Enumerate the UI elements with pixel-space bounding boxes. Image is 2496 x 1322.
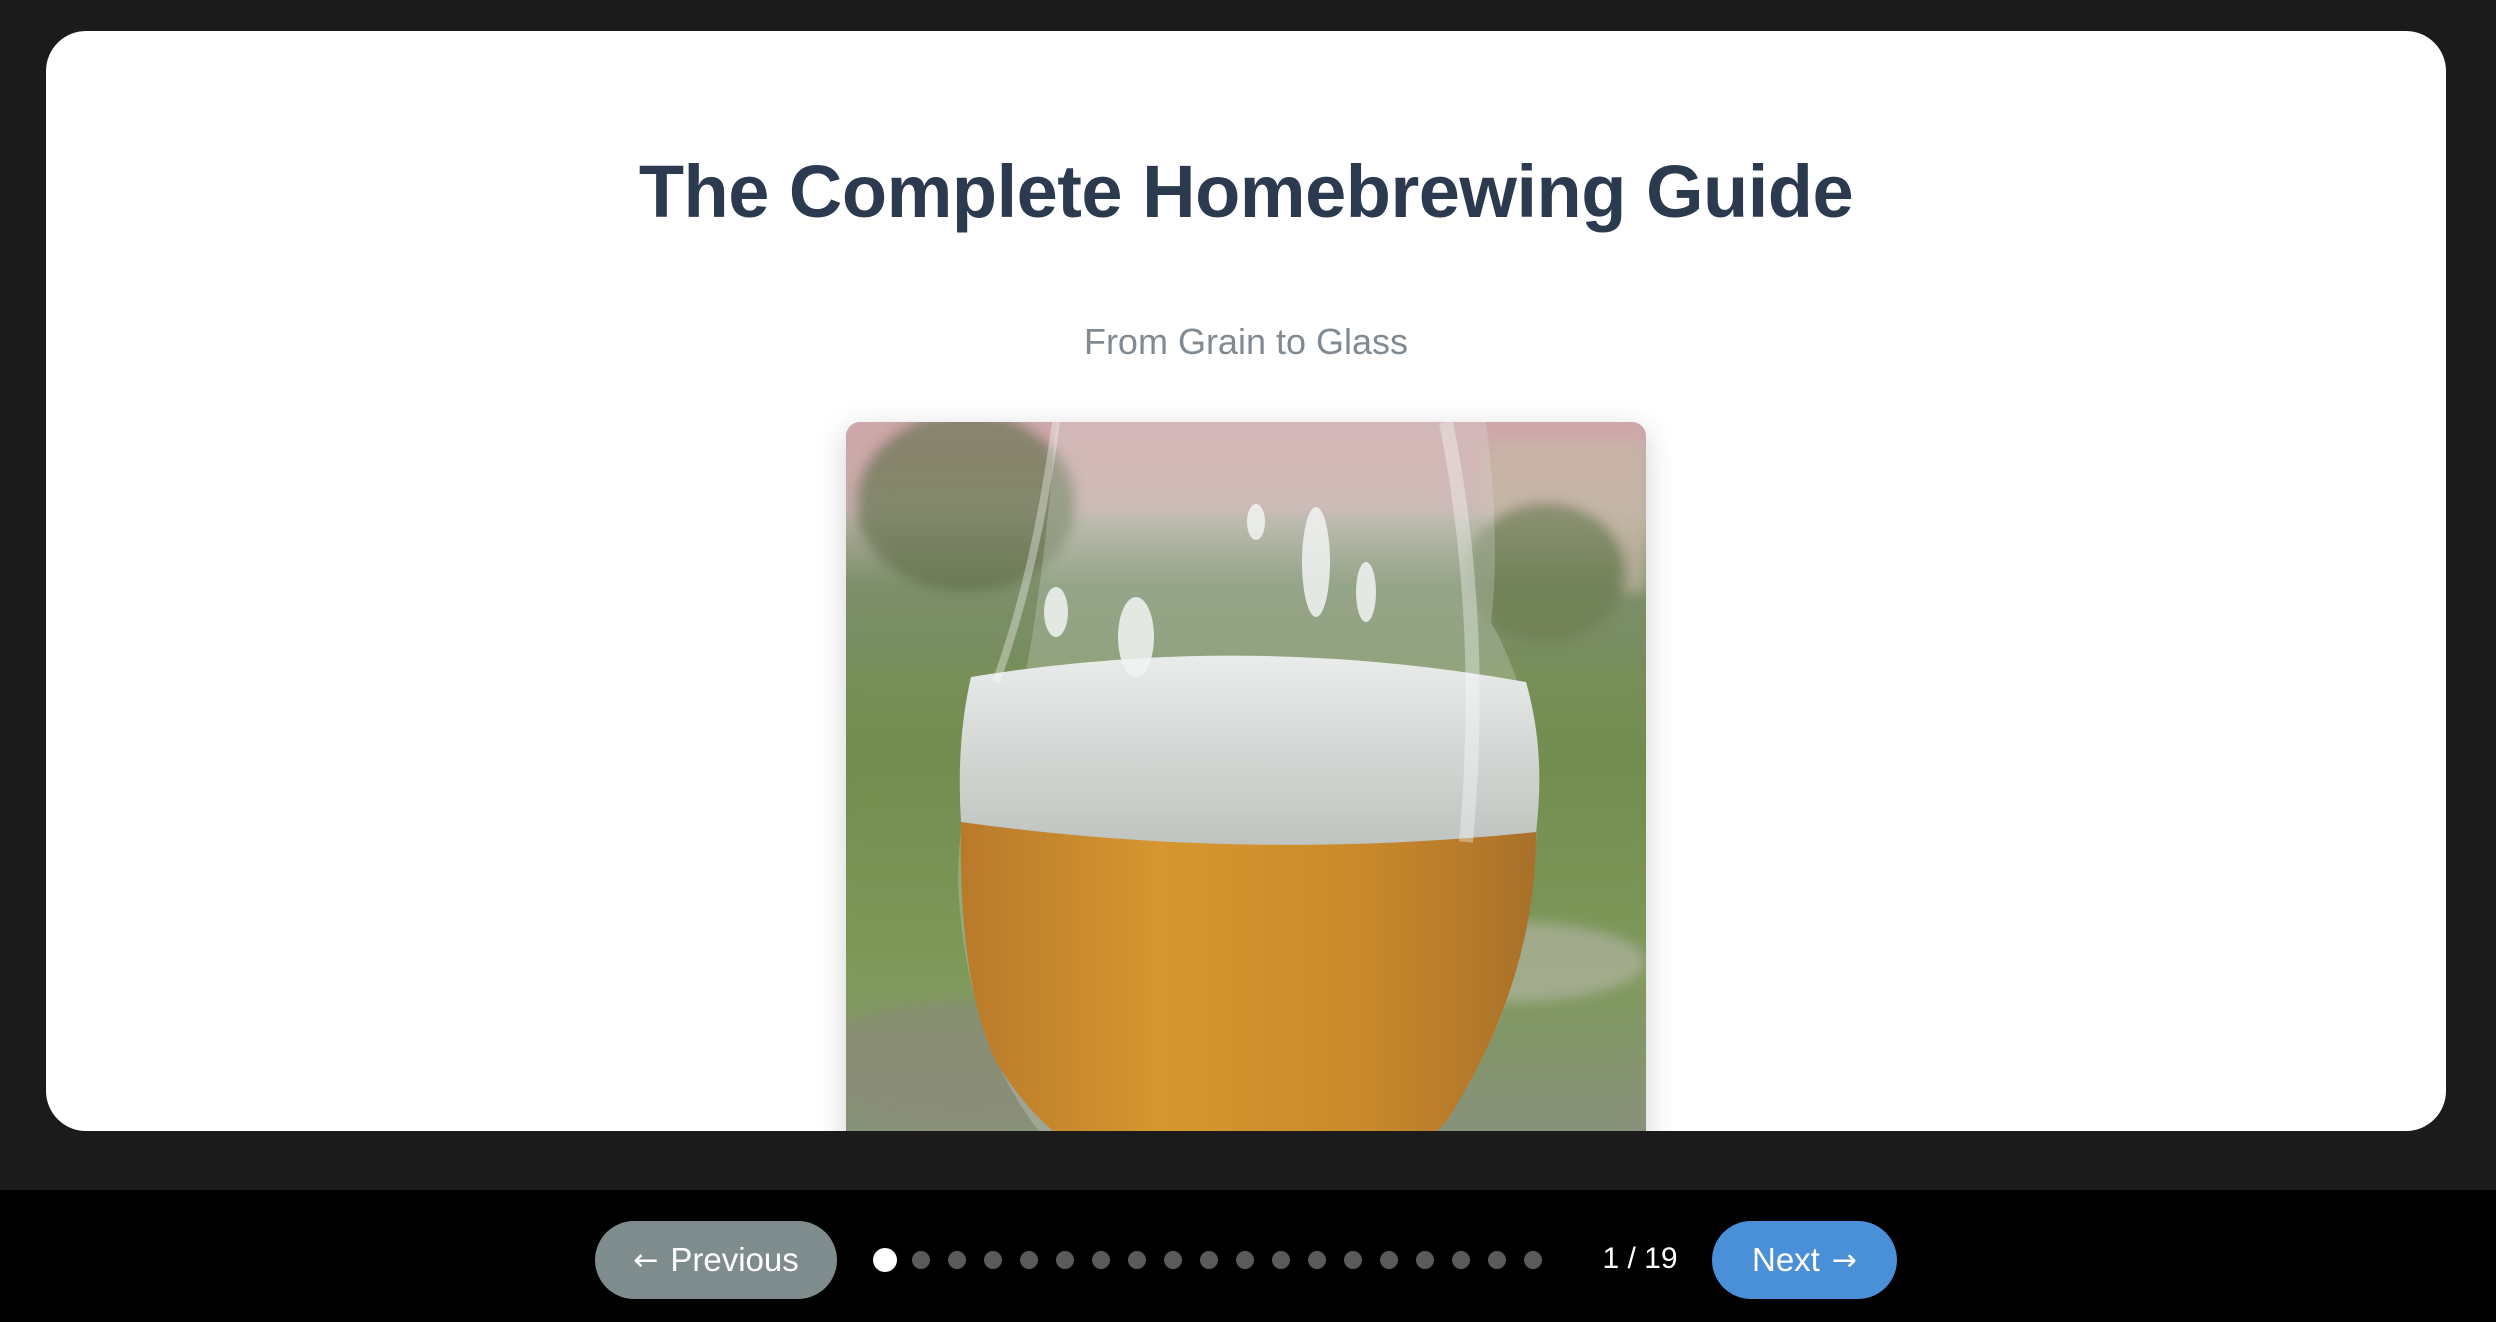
previous-button-label: Previous <box>670 1241 799 1278</box>
slide-card: The Complete Homebrewing Guide From Grai… <box>46 31 2446 1131</box>
slide-dot[interactable] <box>1272 1251 1290 1269</box>
previous-button[interactable]: ← Previous <box>595 1221 837 1299</box>
slide-dot[interactable] <box>1128 1251 1146 1269</box>
slide-dots <box>873 1248 1560 1272</box>
arrow-left-icon: ← <box>633 1242 659 1278</box>
slide-counter: 1 / 19 <box>1602 1242 1678 1275</box>
slide-dot[interactable] <box>1092 1251 1110 1269</box>
slide-dot[interactable] <box>984 1251 1002 1269</box>
next-button[interactable]: Next → <box>1712 1221 1897 1299</box>
slide-dot[interactable] <box>1344 1251 1362 1269</box>
slide-dot[interactable] <box>1488 1251 1506 1269</box>
slide-dot[interactable] <box>1164 1251 1182 1269</box>
slide-dot-active[interactable] <box>873 1248 897 1272</box>
slide-dot[interactable] <box>1020 1251 1038 1269</box>
slide-dot[interactable] <box>1524 1251 1542 1269</box>
slide-subtitle: From Grain to Glass <box>1083 321 1409 362</box>
slide-title: The Complete Homebrewing Guide <box>638 150 1854 233</box>
slide-dot[interactable] <box>1200 1251 1218 1269</box>
slide-stage: The Complete Homebrewing Guide From Grai… <box>0 0 2496 1190</box>
slide-dot[interactable] <box>1236 1251 1254 1269</box>
slide-dot[interactable] <box>912 1251 930 1269</box>
next-button-label: Next <box>1752 1241 1820 1278</box>
slide-dot[interactable] <box>1452 1251 1470 1269</box>
slide-dot[interactable] <box>1380 1251 1398 1269</box>
slide-dot[interactable] <box>1416 1251 1434 1269</box>
slide-dot[interactable] <box>1056 1251 1074 1269</box>
slide-dot[interactable] <box>1308 1251 1326 1269</box>
slide-dot[interactable] <box>948 1251 966 1269</box>
arrow-right-icon: → <box>1831 1242 1857 1278</box>
beer-glass-photo <box>846 422 1646 1131</box>
